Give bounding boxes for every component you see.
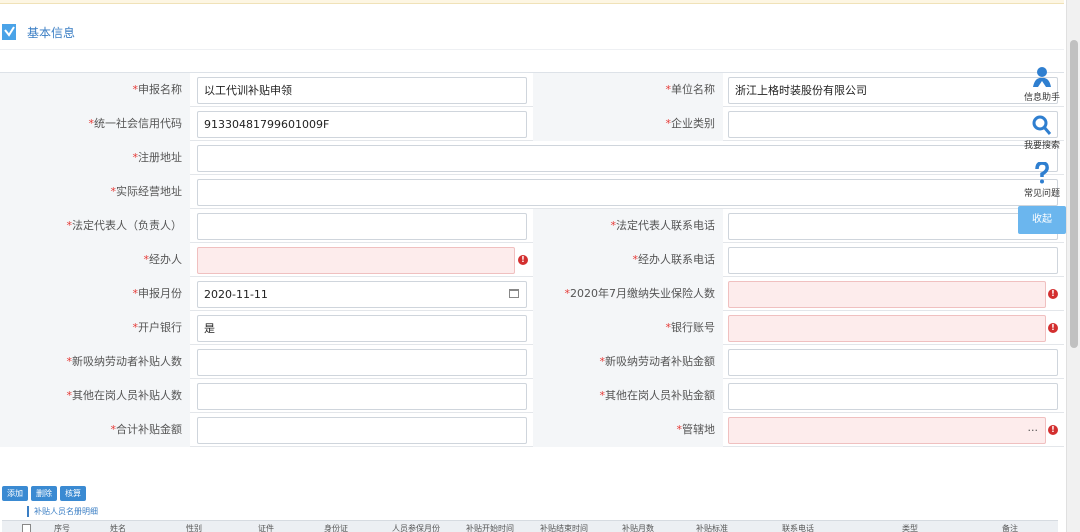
calendar-icon[interactable] xyxy=(509,289,519,298)
declaration-month-input[interactable]: 2020-11-11 xyxy=(197,281,527,308)
column-header: 备注 xyxy=(1002,524,1018,532)
column-header: 类型 xyxy=(902,524,918,532)
declaration-name-input[interactable]: 以工代训补贴申领 xyxy=(197,77,527,104)
jurisdiction-picker[interactable]: ··· xyxy=(728,417,1046,444)
form-row: *注册地址 xyxy=(0,141,1064,175)
other-staff-amount-input[interactable] xyxy=(728,383,1058,410)
form-row: *申报月份 2020-11-11 *2020年7月缴纳失业保险人数 ! xyxy=(0,277,1064,311)
field-label: *统一社会信用代码 xyxy=(0,107,190,141)
column-header: 证件 xyxy=(258,524,274,532)
field-label: *其他在岗人员补贴人数 xyxy=(0,379,190,413)
registered-address-input[interactable] xyxy=(197,145,1058,172)
new-hire-amount-input[interactable] xyxy=(728,349,1058,376)
column-header: 序号 xyxy=(54,524,70,532)
error-icon: ! xyxy=(1048,425,1058,435)
delete-button[interactable]: 删除 xyxy=(31,486,57,501)
total-amount-input[interactable] xyxy=(197,417,527,444)
column-header: 补贴开始时间 xyxy=(466,524,514,532)
field-label: *实际经营地址 xyxy=(0,175,190,209)
section-flag-icon xyxy=(2,24,16,40)
detail-table-header: 序号 姓名 性别 证件 身份证 人员参保月份 补贴开始时间 补贴结束时间 补贴月… xyxy=(2,520,1058,532)
field-label: *合计补贴金额 xyxy=(0,413,190,447)
company-type-select[interactable] xyxy=(728,111,1058,138)
select-all-checkbox[interactable] xyxy=(22,524,31,532)
new-hire-count-input[interactable] xyxy=(197,349,527,376)
handler-input[interactable] xyxy=(197,247,515,274)
form-row: *开户银行 是 *银行账号 ! xyxy=(0,311,1064,345)
other-staff-count-input[interactable] xyxy=(197,383,527,410)
field-label: *注册地址 xyxy=(0,141,190,175)
detail-toolbar: 添加 删除 核算 xyxy=(2,486,89,501)
field-label: *管辖地 xyxy=(533,413,723,447)
legal-rep-phone-input[interactable] xyxy=(728,213,1058,240)
legal-rep-input[interactable] xyxy=(197,213,527,240)
side-item-faq[interactable]: 常见问题 xyxy=(1018,158,1066,206)
error-icon: ! xyxy=(1048,323,1058,333)
section-title: 基本信息 xyxy=(27,26,76,40)
side-panel: 信息助手 我要搜索 常见问题 收起 xyxy=(1018,62,1066,234)
field-label: *经办人 xyxy=(0,243,190,277)
side-item-label: 常见问题 xyxy=(1023,189,1060,199)
company-name-input[interactable]: 浙江上格时装股份有限公司 xyxy=(728,77,1058,104)
column-header: 身份证 xyxy=(324,524,348,532)
collapse-button[interactable]: 收起 xyxy=(1018,206,1066,234)
side-item-label: 信息助手 xyxy=(1023,93,1060,103)
top-notice-band xyxy=(0,0,1064,4)
vertical-scrollbar[interactable] xyxy=(1066,0,1080,532)
column-header: 人员参保月份 xyxy=(392,524,440,532)
add-button[interactable]: 添加 xyxy=(2,486,28,501)
handler-phone-input[interactable] xyxy=(728,247,1058,274)
field-label: *法定代表人联系电话 xyxy=(533,209,723,243)
form-row: *法定代表人（负责人） *法定代表人联系电话 xyxy=(0,209,1064,243)
section-header: 基本信息 xyxy=(0,14,1064,50)
declaration-month-value: 2020-11-11 xyxy=(204,288,268,301)
field-label: *2020年7月缴纳失业保险人数 xyxy=(533,277,723,311)
bank-account-input[interactable] xyxy=(728,315,1046,342)
form-row: *新吸纳劳动者补贴人数 *新吸纳劳动者补贴金额 xyxy=(0,345,1064,379)
field-label: *其他在岗人员补贴金额 xyxy=(533,379,723,413)
side-item-label: 我要搜索 xyxy=(1023,141,1060,151)
field-label: *新吸纳劳动者补贴人数 xyxy=(0,345,190,379)
error-icon: ! xyxy=(1048,289,1058,299)
field-label: *单位名称 xyxy=(533,73,723,107)
person-icon xyxy=(1018,62,1066,90)
insured-count-input[interactable] xyxy=(728,281,1046,308)
form-row: *实际经营地址 xyxy=(0,175,1064,209)
ellipsis-icon[interactable]: ··· xyxy=(1028,418,1039,443)
calculate-button[interactable]: 核算 xyxy=(60,486,86,501)
column-header: 补贴标准 xyxy=(696,524,728,532)
form-row: *合计补贴金额 *管辖地 ··· ! xyxy=(0,413,1064,447)
field-label: *经办人联系电话 xyxy=(533,243,723,277)
field-label: *申报名称 xyxy=(0,73,190,107)
detail-subtitle: 补贴人员名册明细 xyxy=(27,506,98,517)
side-item-search[interactable]: 我要搜索 xyxy=(1018,110,1066,158)
basic-info-form: *申报名称 以工代训补贴申领 *单位名称 浙江上格时装股份有限公司 *统一社会信… xyxy=(0,72,1064,447)
column-header: 联系电话 xyxy=(782,524,814,532)
form-row: *经办人 ! *经办人联系电话 xyxy=(0,243,1064,277)
field-label: *开户银行 xyxy=(0,311,190,345)
column-header: 性别 xyxy=(186,524,202,532)
form-row: *申报名称 以工代训补贴申领 *单位名称 浙江上格时装股份有限公司 xyxy=(0,73,1064,107)
column-header: 补贴结束时间 xyxy=(540,524,588,532)
scrollbar-thumb[interactable] xyxy=(1070,40,1078,348)
search-icon xyxy=(1018,110,1066,138)
business-address-input[interactable] xyxy=(197,179,1058,206)
field-label: *申报月份 xyxy=(0,277,190,311)
column-header: 姓名 xyxy=(110,524,126,532)
form-row: *其他在岗人员补贴人数 *其他在岗人员补贴金额 xyxy=(0,379,1064,413)
field-label: *企业类别 xyxy=(533,107,723,141)
side-item-assistant[interactable]: 信息助手 xyxy=(1018,62,1066,110)
form-row: *统一社会信用代码 91330481799601009F *企业类别 xyxy=(0,107,1064,141)
credit-code-input[interactable]: 91330481799601009F xyxy=(197,111,527,138)
column-header: 补贴月数 xyxy=(622,524,654,532)
field-label: *新吸纳劳动者补贴金额 xyxy=(533,345,723,379)
bank-select[interactable]: 是 xyxy=(197,315,527,342)
field-label: *法定代表人（负责人） xyxy=(0,209,190,243)
field-label: *银行账号 xyxy=(533,311,723,345)
error-icon: ! xyxy=(518,255,528,265)
question-icon xyxy=(1018,158,1066,186)
